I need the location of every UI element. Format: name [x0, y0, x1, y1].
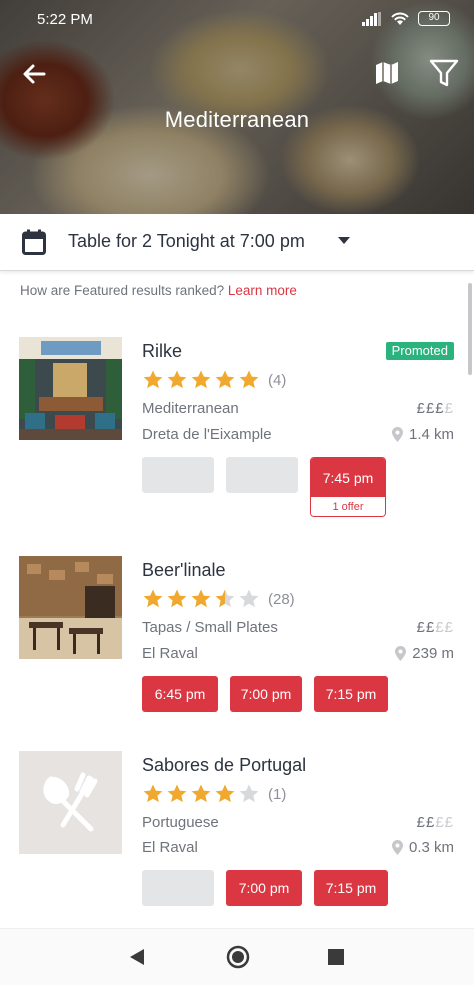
- slot-time: 7:45 pm: [311, 458, 385, 497]
- cuisine-label: Mediterranean: [142, 400, 239, 417]
- review-count: (1): [268, 785, 287, 803]
- star-rating: (28): [142, 588, 295, 610]
- distance-label: 1.4 km: [408, 426, 454, 443]
- restaurant-name[interactable]: Sabores de Portugal: [142, 755, 306, 776]
- distance: 0.3 km: [391, 839, 454, 856]
- map-icon[interactable]: [372, 58, 402, 88]
- signal-icon: [362, 11, 381, 26]
- location-row: Dreta de l'Eixample 1.4 km: [142, 426, 454, 443]
- time-slots: 7:45 pm 1 offer: [142, 457, 386, 517]
- promoted-badge: Promoted: [385, 342, 454, 360]
- location-pin-icon: [391, 840, 403, 855]
- ranking-text: How are Featured results ranked?: [20, 283, 225, 298]
- star-filled-icon: [167, 370, 187, 389]
- price-inactive: £: [444, 400, 454, 417]
- back-arrow-icon[interactable]: [18, 58, 50, 90]
- star-filled-icon: [191, 784, 211, 803]
- cuisine-row: Mediterranean £££ £: [142, 400, 454, 417]
- restaurant-photo: [19, 337, 122, 440]
- filter-icon[interactable]: [428, 57, 460, 89]
- star-filled-icon: [215, 784, 235, 803]
- price-range: ££££: [417, 400, 454, 417]
- price-range: ££££: [417, 619, 454, 636]
- price-inactive: ££: [435, 814, 454, 831]
- time-slot-unavailable: [142, 457, 214, 493]
- status-bar: 5:22 PM 90: [0, 0, 474, 40]
- restaurant-name[interactable]: Beer'linale: [142, 560, 226, 581]
- nav-home-icon[interactable]: [226, 945, 250, 969]
- time-slot-button[interactable]: 7:15 pm: [314, 676, 388, 712]
- restaurant-photo: [19, 556, 122, 659]
- star-filled-icon: [143, 784, 163, 803]
- cuisine-label: Portuguese: [142, 814, 219, 831]
- status-time: 5:22 PM: [37, 11, 93, 28]
- star-filled-icon: [167, 784, 187, 803]
- nav-back-icon[interactable]: [128, 948, 146, 966]
- battery-icon: 90: [418, 11, 450, 26]
- time-slot-button[interactable]: 7:00 pm: [230, 676, 302, 712]
- caret-down-icon: [338, 237, 350, 244]
- price-active: ££: [416, 814, 436, 831]
- star-filled-icon: [239, 370, 259, 389]
- neighborhood-label: El Raval: [142, 645, 198, 662]
- star-filled-icon: [143, 589, 163, 608]
- time-slot-button[interactable]: 6:45 pm: [142, 676, 218, 712]
- star-empty-icon: [239, 589, 259, 608]
- star-empty-icon: [239, 784, 259, 803]
- page-title: Mediterranean: [164, 107, 310, 132]
- time-slots: 7:00 pm 7:15 pm: [142, 870, 388, 906]
- star-filled-icon: [191, 589, 211, 608]
- price-inactive: ££: [435, 619, 454, 636]
- time-slot-button[interactable]: 7:00 pm: [226, 870, 302, 906]
- restaurant-name[interactable]: Rilke: [142, 341, 182, 362]
- cuisine-label: Tapas / Small Plates: [142, 619, 278, 636]
- star-half-icon: [215, 589, 235, 608]
- learn-more-link[interactable]: Learn more: [228, 283, 297, 298]
- location-row: El Raval 0.3 km: [142, 839, 454, 856]
- restaurant-photo-placeholder: [19, 751, 122, 854]
- distance-label: 0.3 km: [408, 839, 454, 856]
- slot-offer-label: 1 offer: [311, 497, 385, 516]
- wifi-icon: [391, 12, 409, 25]
- star-filled-icon: [215, 370, 235, 389]
- review-count: (28): [268, 590, 295, 608]
- cuisine-row: Portuguese ££ ££: [142, 814, 454, 831]
- distance: 239 m: [395, 645, 454, 662]
- distance: 1.4 km: [391, 426, 454, 443]
- price-range: ££££: [417, 814, 454, 831]
- star-filled-icon: [167, 589, 187, 608]
- scrollbar[interactable]: [468, 283, 472, 375]
- party-size-label: Table for 2 Tonight at 7:00 pm: [68, 231, 305, 251]
- party-size-selector[interactable]: Table for 2 Tonight at 7:00 pm: [0, 214, 474, 271]
- time-slot-unavailable: [142, 870, 214, 906]
- price-active: £££: [416, 400, 445, 417]
- hero-image: 5:22 PM 90 Mediterranean: [0, 0, 474, 214]
- star-filled-icon: [191, 370, 211, 389]
- neighborhood-label: Dreta de l'Eixample: [142, 426, 272, 443]
- location-pin-icon: [395, 646, 407, 661]
- star-rating: (4): [142, 369, 286, 391]
- time-slot-button-offer[interactable]: 7:45 pm 1 offer: [310, 457, 386, 517]
- location-pin-icon: [391, 427, 403, 442]
- time-slot-unavailable: [226, 457, 298, 493]
- calendar-icon: [22, 229, 46, 255]
- system-nav-bar: [0, 928, 474, 985]
- price-active: ££: [416, 619, 436, 636]
- star-rating: (1): [142, 783, 286, 805]
- time-slots: 6:45 pm 7:00 pm 7:15 pm: [142, 676, 388, 712]
- utensils-icon: [43, 772, 98, 832]
- review-count: (4): [268, 371, 287, 389]
- status-icons: 90: [362, 11, 450, 26]
- nav-recents-icon[interactable]: [328, 949, 344, 965]
- time-slot-button[interactable]: 7:15 pm: [314, 870, 388, 906]
- location-row: El Raval 239 m: [142, 645, 454, 662]
- distance-label: 239 m: [412, 645, 454, 662]
- neighborhood-label: El Raval: [142, 839, 198, 856]
- star-filled-icon: [143, 370, 163, 389]
- featured-ranking-note: How are Featured results ranked? Learn m…: [20, 283, 297, 298]
- cuisine-row: Tapas / Small Plates ££ ££: [142, 619, 454, 636]
